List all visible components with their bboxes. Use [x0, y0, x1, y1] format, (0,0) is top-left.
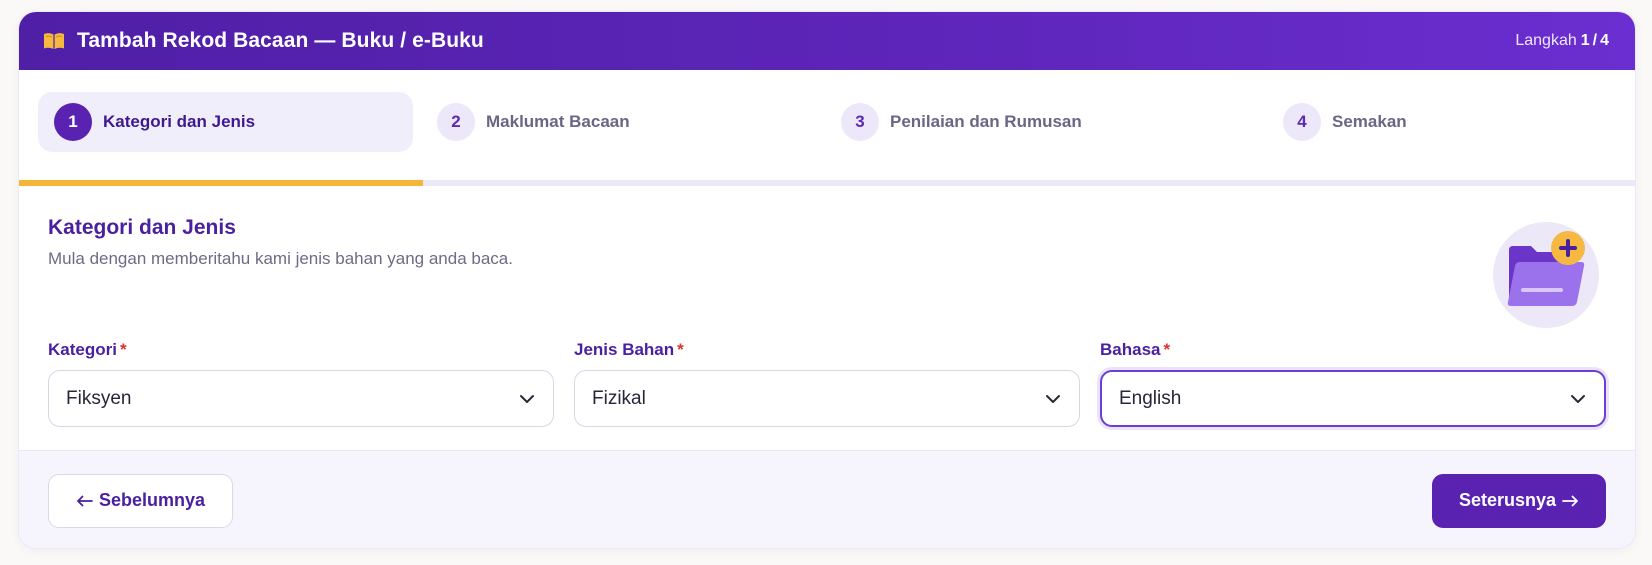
previous-button-label: Sebelumnya — [98, 490, 206, 510]
arrow-left-icon — [77, 495, 93, 506]
step-maklumat-bacaan[interactable]: 2 Maklumat Bacaan — [421, 92, 801, 152]
previous-button[interactable]: Sebelumnya — [48, 473, 233, 528]
step-counter: Langkah 1 / 4 — [1515, 32, 1609, 50]
kategori-label: Kategori * — [48, 340, 554, 360]
next-button[interactable]: Seterusnya — [1432, 473, 1606, 528]
field-kategori: Kategori * Fiksyen — [48, 340, 554, 427]
jenis-bahan-label-text: Jenis Bahan — [574, 340, 675, 359]
bahasa-select-value: English — [1119, 387, 1182, 409]
form-fields: Kategori * Fiksyen Jenis Bahan * Fizikal B… — [48, 340, 1606, 427]
folder-add-icon — [1507, 231, 1585, 306]
step-label: Semakan — [1332, 112, 1407, 131]
header-title-group: Tambah Rekod Bacaan — Buku / e-Buku — [43, 29, 484, 53]
arrow-right-icon — [1562, 495, 1578, 506]
step-counter-total: 4 — [1600, 32, 1609, 49]
step-number: 1 — [54, 103, 92, 141]
section-subtitle: Mula dengan memberitahu kami jenis bahan… — [48, 249, 513, 268]
step-counter-prefix: Langkah — [1515, 32, 1577, 49]
form-footer: Sebelumnya Seterusnya — [19, 450, 1635, 548]
jenis-bahan-select[interactable]: Fizikal — [574, 370, 1080, 427]
step-counter-separator: / — [1592, 32, 1598, 49]
step-kategori-dan-jenis[interactable]: 1 Kategori dan Jenis — [38, 92, 413, 152]
step-semakan[interactable]: 4 Semakan — [1267, 92, 1607, 152]
step-label: Kategori dan Jenis — [103, 112, 256, 131]
step-label: Penilaian dan Rumusan — [890, 112, 1082, 131]
jenis-bahan-label: Jenis Bahan * — [574, 340, 1080, 360]
illustration — [1493, 222, 1599, 328]
form-body: Kategori dan Jenis Mula dengan memberita… — [19, 186, 1635, 446]
card-header: Tambah Rekod Bacaan — Buku / e-Buku Lang… — [19, 12, 1635, 70]
open-book-icon — [44, 33, 64, 49]
next-button-label: Seterusnya — [1458, 490, 1557, 510]
bahasa-label-text: Bahasa — [1100, 340, 1161, 359]
required-mark: * — [1163, 340, 1171, 359]
kategori-select[interactable]: Fiksyen — [48, 370, 554, 427]
field-jenis-bahan: Jenis Bahan * Fizikal — [574, 340, 1080, 427]
step-number: 4 — [1283, 103, 1321, 141]
section-title: Kategori dan Jenis — [48, 216, 236, 239]
required-mark: * — [119, 340, 127, 359]
chevron-down-icon — [1046, 394, 1060, 403]
jenis-bahan-select-value: Fizikal — [592, 387, 646, 409]
bahasa-select[interactable]: English — [1100, 370, 1606, 427]
add-reading-record-card: Tambah Rekod Bacaan — Buku / e-Buku Lang… — [18, 11, 1636, 549]
chevron-down-icon — [520, 394, 534, 403]
field-bahasa: Bahasa * English — [1100, 340, 1606, 427]
kategori-select-value: Fiksyen — [66, 387, 132, 409]
step-number: 3 — [841, 103, 879, 141]
kategori-label-text: Kategori — [48, 340, 117, 359]
step-counter-current: 1 — [1580, 32, 1590, 49]
page-title: Tambah Rekod Bacaan — Buku / e-Buku — [77, 29, 484, 52]
required-mark: * — [677, 340, 684, 359]
chevron-down-icon — [1571, 394, 1585, 403]
bahasa-label: Bahasa * — [1100, 340, 1606, 360]
step-number: 2 — [437, 103, 475, 141]
stepper: 1 Kategori dan Jenis 2 Maklumat Bacaan 3… — [19, 70, 1635, 186]
step-label: Maklumat Bacaan — [486, 112, 630, 131]
step-penilaian-dan-rumusan[interactable]: 3 Penilaian dan Rumusan — [825, 92, 1245, 152]
